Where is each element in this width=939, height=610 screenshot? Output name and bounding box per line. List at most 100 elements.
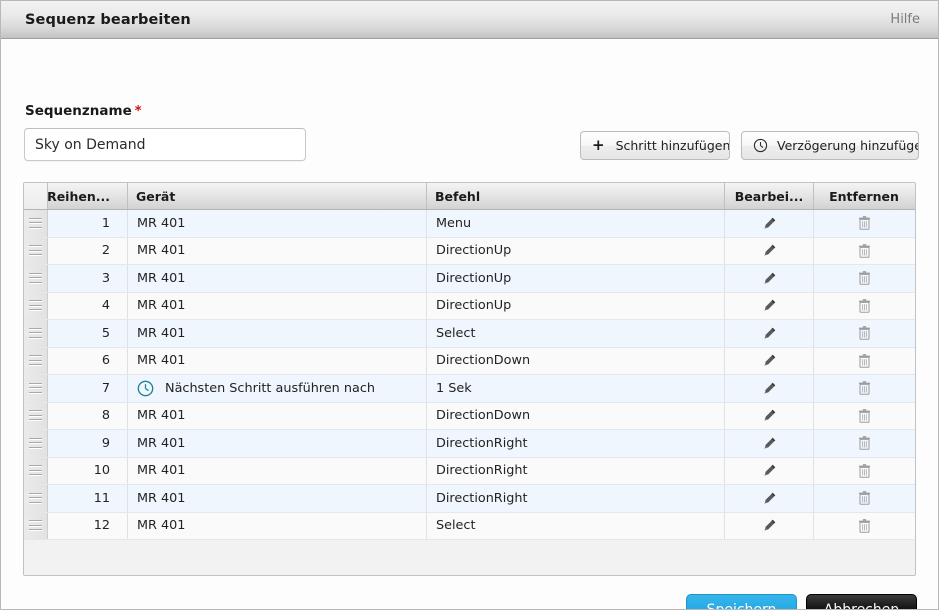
pencil-icon[interactable] [762,298,777,313]
remove-row-button[interactable] [814,210,914,237]
remove-row-button[interactable] [814,513,914,540]
pencil-icon[interactable] [762,271,777,286]
row-drag-handle[interactable] [24,210,48,237]
save-button[interactable]: Speichern [686,594,797,609]
table-row[interactable]: 12 MR 401 Select [24,512,915,540]
row-drag-handle[interactable] [24,265,48,292]
row-drag-handle[interactable] [24,237,48,264]
remove-row-button[interactable] [814,430,914,457]
pencil-icon[interactable] [762,436,777,451]
table-row[interactable]: 8 MR 401 DirectionDown [24,402,915,430]
pencil-icon[interactable] [762,243,777,258]
table-row[interactable]: 1 MR 401 Menu [24,210,915,238]
row-drag-handle[interactable] [24,347,48,374]
drag-handle-icon[interactable] [29,410,42,422]
table-row[interactable]: 2 MR 401 DirectionUp [24,237,915,265]
edit-row-button[interactable] [725,210,814,237]
pencil-icon[interactable] [762,216,777,231]
row-drag-handle[interactable] [24,292,48,319]
remove-row-button[interactable] [814,375,914,402]
add-delay-button[interactable]: Verzögerung hinzufügen [741,131,919,160]
edit-row-button[interactable] [725,402,814,429]
row-drag-handle[interactable] [24,512,48,539]
row-drag-handle[interactable] [24,457,48,484]
trash-icon[interactable] [857,243,872,259]
pencil-icon[interactable] [762,491,777,506]
pencil-icon[interactable] [762,381,777,396]
pencil-icon[interactable] [762,408,777,423]
cell-device: Nächsten Schritt ausführen nach [128,375,427,402]
row-drag-handle[interactable] [24,320,48,347]
column-header-remove[interactable]: Entfernen [814,183,914,209]
trash-icon[interactable] [857,353,872,369]
drag-handle-icon[interactable] [29,382,42,394]
cell-device: MR 401 [128,237,427,264]
edit-row-button[interactable] [725,485,814,512]
help-link[interactable]: Hilfe [890,12,920,27]
table-row[interactable]: 5 MR 401 Select [24,320,915,348]
remove-row-button[interactable] [814,238,914,265]
pencil-icon[interactable] [762,326,777,341]
drag-handle-icon[interactable] [29,465,42,477]
column-header-order[interactable]: Reihen... [48,183,128,209]
remove-row-button[interactable] [814,485,914,512]
trash-icon[interactable] [857,325,872,341]
table-row[interactable]: 9 MR 401 DirectionRight [24,430,915,458]
trash-icon[interactable] [857,380,872,396]
cell-order: 9 [48,430,128,457]
drag-handle-icon[interactable] [29,327,42,339]
edit-row-button[interactable] [725,265,814,292]
table-body: 1 MR 401 Menu 2 MR 401 DirectionUp 3 MR 401 Dire… [24,210,915,540]
column-header-device[interactable]: Gerät [128,183,427,209]
edit-row-button[interactable] [725,292,814,319]
edit-row-button[interactable] [725,237,814,264]
remove-row-button[interactable] [814,403,914,430]
pencil-icon[interactable] [762,518,777,533]
row-drag-handle[interactable] [24,485,48,512]
drag-handle-icon[interactable] [29,272,42,284]
drag-handle-icon[interactable] [29,437,42,449]
table-row[interactable]: 6 MR 401 DirectionDown [24,347,915,375]
remove-row-button[interactable] [814,265,914,292]
trash-icon[interactable] [857,270,872,286]
row-drag-handle[interactable] [24,430,48,457]
drag-handle-icon[interactable] [29,355,42,367]
remove-row-button[interactable] [814,320,914,347]
edit-row-button[interactable] [725,512,814,539]
table-row[interactable]: 7 Nächsten Schritt ausführen nach 1 Sek [24,375,915,403]
table-row[interactable]: 4 MR 401 DirectionUp [24,292,915,320]
trash-icon[interactable] [857,518,872,534]
column-header-edit[interactable]: Bearbei... [725,183,814,209]
add-step-button[interactable]: + Schritt hinzufügen [580,131,730,160]
trash-icon[interactable] [857,215,872,231]
trash-icon[interactable] [857,463,872,479]
table-row[interactable]: 10 MR 401 DirectionRight [24,457,915,485]
row-drag-handle[interactable] [24,402,48,429]
cell-command: Menu [427,210,725,237]
remove-row-button[interactable] [814,348,914,375]
trash-icon[interactable] [857,408,872,424]
edit-row-button[interactable] [725,430,814,457]
edit-row-button[interactable] [725,375,814,402]
edit-row-button[interactable] [725,457,814,484]
trash-icon[interactable] [857,490,872,506]
edit-row-button[interactable] [725,347,814,374]
trash-icon[interactable] [857,435,872,451]
row-drag-handle[interactable] [24,375,48,402]
drag-handle-icon[interactable] [29,520,42,532]
column-header-command[interactable]: Befehl [427,183,725,209]
table-row[interactable]: 11 MR 401 DirectionRight [24,485,915,513]
sequence-name-input[interactable] [24,128,306,161]
drag-handle-icon[interactable] [29,492,42,504]
cancel-button[interactable]: Abbrechen [806,594,917,609]
drag-handle-icon[interactable] [29,300,42,312]
drag-handle-icon[interactable] [29,245,42,257]
trash-icon[interactable] [857,298,872,314]
table-row[interactable]: 3 MR 401 DirectionUp [24,265,915,293]
edit-row-button[interactable] [725,320,814,347]
remove-row-button[interactable] [814,458,914,485]
pencil-icon[interactable] [762,353,777,368]
remove-row-button[interactable] [814,293,914,320]
drag-handle-icon[interactable] [29,217,42,229]
pencil-icon[interactable] [762,463,777,478]
